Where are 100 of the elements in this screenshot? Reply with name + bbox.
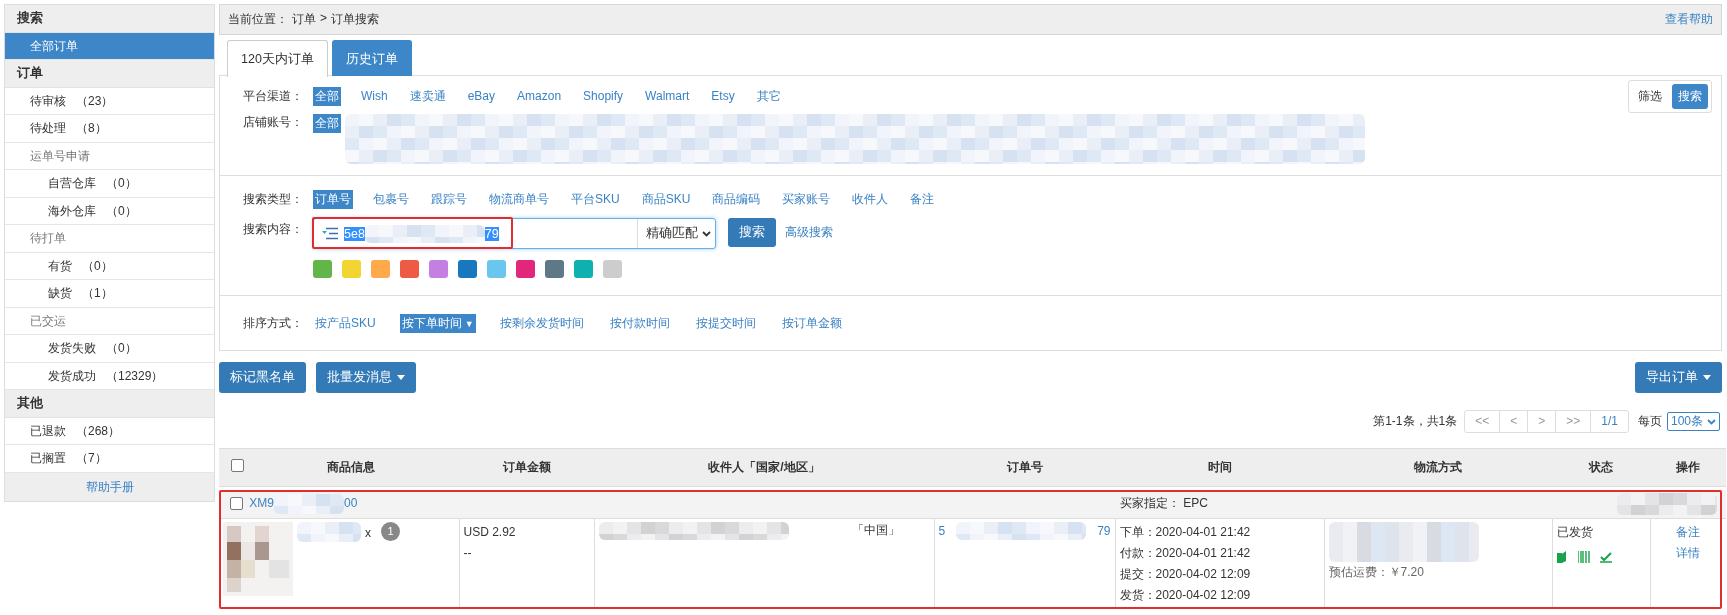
filter-option[interactable]: 速卖通 bbox=[407, 86, 448, 106]
sidebar-heading: 订单 bbox=[5, 60, 214, 88]
list-icon bbox=[322, 227, 338, 240]
filter-option[interactable]: 商品编码 bbox=[710, 189, 763, 209]
sidebar-item[interactable]: 有货 （0） bbox=[5, 252, 214, 280]
time-text: 提交：2020-04-02 12:09 bbox=[1119, 565, 1252, 583]
color-swatch[interactable] bbox=[313, 260, 332, 278]
filter-option[interactable]: 按产品SKU bbox=[313, 313, 378, 333]
country-text: 「中国」 bbox=[851, 522, 900, 539]
search-field[interactable]: 5e8 79 精确匹配 bbox=[313, 218, 716, 249]
field-label: 搜索内容： bbox=[243, 221, 304, 238]
filter-option[interactable]: 按订单金额 bbox=[779, 313, 844, 333]
time-text: 发货：2020-04-02 12:09 bbox=[1119, 586, 1252, 604]
advanced-search-link[interactable]: 高级搜索 bbox=[785, 218, 833, 247]
page-indicator: 1/1 bbox=[1600, 413, 1619, 430]
chevron-icon bbox=[1707, 418, 1716, 425]
page-button[interactable]: > bbox=[1528, 411, 1557, 432]
document-icon[interactable] bbox=[1556, 550, 1568, 563]
sidebar-item[interactable]: 全部订单 bbox=[5, 32, 214, 60]
sidebar-item[interactable]: 缺货 （1） bbox=[5, 280, 214, 308]
order-link[interactable]: 00 bbox=[344, 495, 358, 510]
page-summary: 第1-1条，共1条 bbox=[1373, 413, 1458, 430]
order-link[interactable]: 79 bbox=[1097, 523, 1111, 538]
color-swatch[interactable] bbox=[458, 260, 477, 278]
toggle-button[interactable]: 搜索 bbox=[1672, 84, 1708, 109]
help-link[interactable]: 查看帮助 bbox=[1665, 11, 1713, 28]
sidebar-item[interactable]: 待审核 （23） bbox=[5, 87, 214, 115]
order-link[interactable]: XM9 bbox=[249, 495, 275, 510]
color-swatch[interactable] bbox=[603, 260, 622, 278]
page-button[interactable]: >> bbox=[1556, 411, 1592, 432]
amount-text: USD 2.92 bbox=[463, 523, 517, 541]
sidebar-item[interactable]: 待打单 bbox=[5, 225, 214, 253]
column-header: 时间 bbox=[1207, 460, 1232, 474]
filter-option[interactable]: 按下单时间 ▼ bbox=[399, 313, 476, 333]
breadcrumb-separator: > bbox=[320, 11, 327, 27]
search-button[interactable]: 搜索 bbox=[728, 218, 776, 247]
breadcrumb-link[interactable]: 订单 bbox=[292, 11, 316, 28]
column-header: 物流方式 bbox=[1414, 460, 1462, 474]
column-header: 状态 bbox=[1589, 460, 1613, 474]
sidebar-item[interactable]: 待处理 （8） bbox=[5, 115, 214, 143]
color-swatch[interactable] bbox=[400, 260, 419, 278]
filter-option[interactable]: Walmart bbox=[643, 88, 692, 104]
dropdown-button[interactable]: 批量发消息 bbox=[316, 362, 416, 393]
filter-option[interactable]: 备注 bbox=[908, 189, 937, 209]
color-swatch[interactable] bbox=[429, 260, 448, 278]
color-swatch[interactable] bbox=[574, 260, 593, 278]
barcode-icon[interactable] bbox=[1577, 550, 1590, 563]
filter-option[interactable]: 按提交时间 bbox=[693, 313, 758, 333]
column-header: 订单号 bbox=[1006, 460, 1043, 474]
order-link[interactable]: 5 bbox=[938, 523, 946, 538]
buyer-choice-text: 买家指定： EPC bbox=[1120, 495, 1209, 513]
filter-option[interactable]: eBay bbox=[465, 88, 498, 104]
sidebar-item[interactable]: 运单号申请 bbox=[5, 142, 214, 170]
filter-option[interactable]: Etsy bbox=[709, 88, 737, 104]
filter-option[interactable]: Shopify bbox=[581, 88, 626, 104]
page-button[interactable]: << bbox=[1465, 411, 1501, 432]
filter-option[interactable]: 平台SKU bbox=[569, 189, 622, 209]
export-button[interactable]: 导出订单 bbox=[1635, 362, 1722, 393]
filter-option[interactable]: 物流商单号 bbox=[487, 189, 551, 209]
filter-option[interactable]: 包裹号 bbox=[371, 189, 411, 209]
check-icon[interactable] bbox=[1599, 550, 1612, 563]
filter-option[interactable]: 按剩余发货时间 bbox=[497, 313, 586, 333]
color-swatch[interactable] bbox=[516, 260, 535, 278]
action-link[interactable]: 详情 bbox=[1676, 545, 1701, 560]
help-link[interactable]: 帮助手册 bbox=[85, 479, 134, 494]
field-label: 排序方式： bbox=[243, 314, 304, 332]
tab[interactable]: 历史订单 bbox=[331, 40, 412, 76]
filter-option[interactable]: 收件人 bbox=[850, 189, 891, 209]
tab[interactable]: 120天内订单 bbox=[227, 40, 328, 77]
sidebar-item[interactable]: 已搁置 （7） bbox=[5, 445, 214, 473]
color-swatch[interactable] bbox=[545, 260, 564, 278]
filter-option[interactable]: 跟踪号 bbox=[429, 189, 469, 209]
color-swatch[interactable] bbox=[342, 260, 361, 278]
filter-option[interactable]: 其它 bbox=[754, 86, 783, 106]
sidebar-item[interactable]: 已交运 bbox=[5, 307, 214, 335]
sidebar-item[interactable]: 自营仓库 （0） bbox=[5, 170, 214, 198]
filter-option[interactable]: Amazon bbox=[515, 88, 564, 104]
page-button[interactable]: < bbox=[1500, 411, 1529, 432]
time-text: 下单：2020-04-01 21:42 bbox=[1119, 523, 1252, 541]
per-page-label: 每页 bbox=[1637, 413, 1662, 430]
action-button[interactable]: 标记黑名单 bbox=[219, 362, 306, 393]
checkbox[interactable] bbox=[230, 497, 243, 511]
action-link[interactable]: 备注 bbox=[1676, 524, 1701, 539]
toggle-button[interactable]: 筛选 bbox=[1632, 84, 1668, 109]
match-select[interactable]: 精确匹配 bbox=[637, 219, 715, 248]
sidebar-item[interactable]: 海外仓库 （0） bbox=[5, 197, 214, 225]
filter-option[interactable]: 订单号 bbox=[313, 189, 353, 209]
color-swatch[interactable] bbox=[371, 260, 390, 278]
sidebar-item[interactable]: 发货失败 （0） bbox=[5, 335, 214, 363]
filter-option[interactable]: Wish bbox=[359, 88, 390, 104]
filter-option[interactable]: 按付款时间 bbox=[607, 313, 672, 333]
filter-option[interactable]: 商品SKU bbox=[639, 189, 693, 209]
column-header: 商品信息 bbox=[327, 460, 375, 474]
sidebar-item[interactable]: 已退款 （268） bbox=[5, 417, 214, 445]
filter-option[interactable]: 全部 bbox=[313, 86, 341, 106]
color-swatch[interactable] bbox=[487, 260, 506, 278]
per-page-select[interactable]: 100条 bbox=[1666, 412, 1720, 431]
filter-option[interactable]: 买家账号 bbox=[780, 189, 833, 209]
filter-option[interactable]: 全部 bbox=[313, 114, 341, 133]
checkbox[interactable] bbox=[231, 459, 244, 472]
